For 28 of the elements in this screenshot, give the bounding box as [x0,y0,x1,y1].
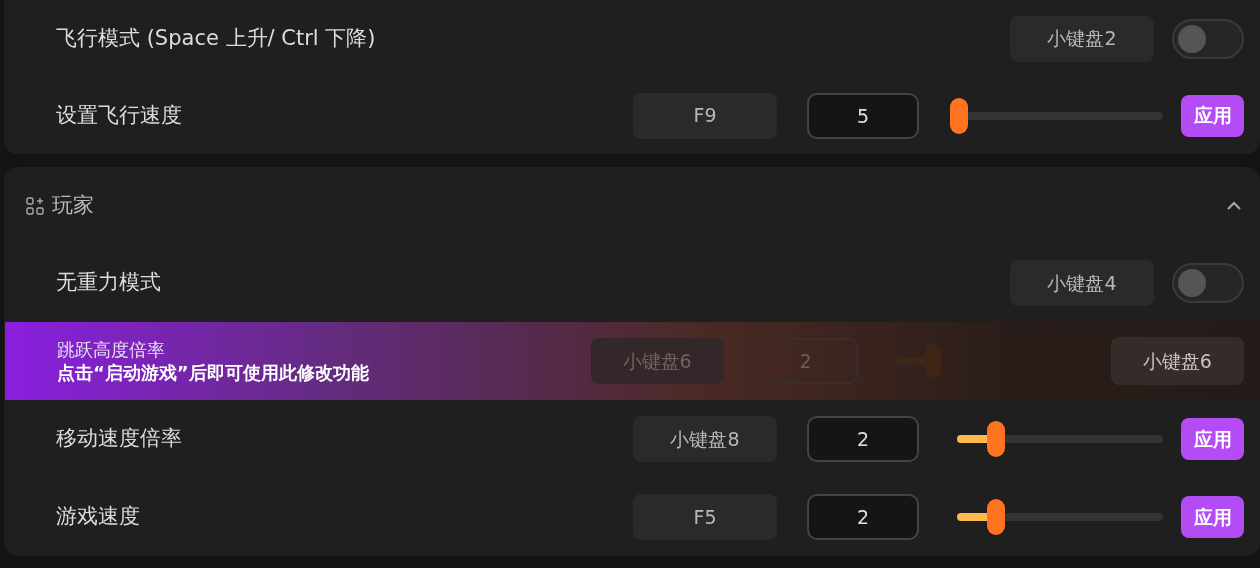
hotkey-field[interactable]: 小键盘2 [1010,15,1154,62]
apply-button[interactable]: 应用 [1181,496,1244,538]
apply-button[interactable]: 应用 [1181,94,1244,137]
hotkey-field[interactable]: F9 [633,92,777,139]
value-field[interactable]: 5 [807,92,919,139]
toggle-switch[interactable] [1172,263,1244,303]
chevron-up-icon[interactable] [1226,200,1242,211]
unlock-message: 点击“启动游戏”后即可使用此修改功能 [57,361,370,385]
value-field[interactable]: 2 [807,416,919,462]
apps-icon [26,196,44,215]
hotkey-badge: 小键盘6 [1110,337,1244,385]
hotkey-field[interactable]: 小键盘8 [633,416,777,462]
slider-thumb[interactable] [987,421,1006,457]
setting-label: 移动速度倍率 [56,425,182,453]
setting-label: 游戏速度 [56,503,140,531]
hotkey-field[interactable]: F5 [633,494,777,540]
slider-thumb[interactable] [950,97,968,134]
setting-label: 设置飞行速度 [56,101,182,129]
toggle-switch[interactable] [1172,18,1244,59]
setting-label: 跳跃高度倍率 [57,337,166,361]
slider[interactable] [950,97,1163,134]
slider-thumb[interactable] [987,499,1006,535]
setting-label: 无重力模式 [56,269,161,297]
hotkey-field[interactable]: 小键盘4 [1010,260,1154,306]
apply-button[interactable]: 应用 [1181,418,1244,460]
setting-label: 飞行模式 (Space 上升/ Ctrl 下降) [56,24,376,52]
section-title: 玩家 [52,191,94,219]
value-field[interactable]: 2 [807,494,919,540]
